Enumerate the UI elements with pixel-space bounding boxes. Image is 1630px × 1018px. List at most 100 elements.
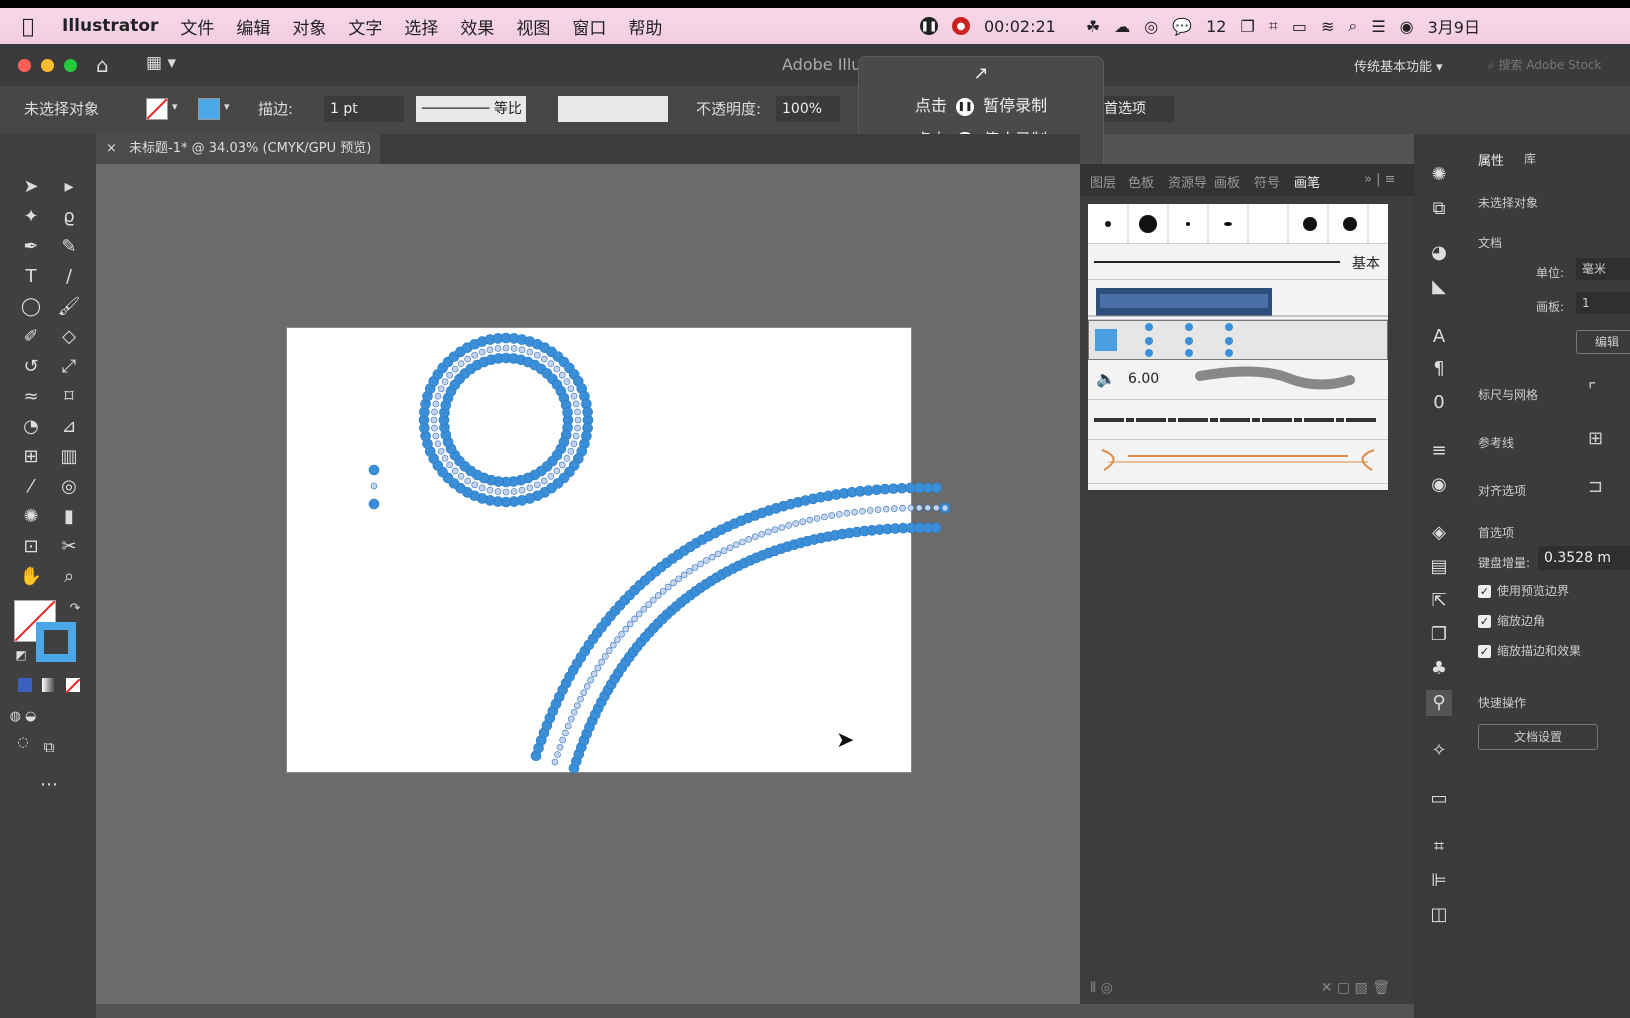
brush-row-basic[interactable]: 基本 bbox=[1088, 244, 1388, 280]
ring-link bbox=[502, 488, 510, 496]
magic-icon[interactable]: ✧ bbox=[1426, 738, 1452, 764]
curve-link bbox=[941, 504, 949, 512]
brush-row-arrow[interactable] bbox=[1088, 440, 1388, 484]
align-icon[interactable]: ⌗ bbox=[1426, 834, 1452, 860]
ring-link bbox=[563, 455, 571, 462]
ring-link bbox=[430, 416, 438, 424]
ring-link bbox=[572, 432, 580, 440]
pathfinder-icon[interactable]: ◫ bbox=[1426, 902, 1452, 928]
layers-icon[interactable]: ◈ bbox=[1426, 520, 1452, 546]
preview-bounds-option[interactable]: ✓ 使用预览边界 bbox=[1478, 582, 1569, 599]
siri-icon[interactable]: ◉ bbox=[1400, 17, 1414, 36]
transform-icon[interactable]: ⧉ bbox=[1426, 196, 1452, 222]
wechat-count: 12 bbox=[1206, 16, 1227, 36]
artboards-icon[interactable]: ❐ bbox=[1426, 622, 1452, 648]
color-guide-icon[interactable]: ✺ bbox=[1426, 162, 1452, 188]
curve-link bbox=[859, 507, 866, 515]
calligraphic-brushes-icon[interactable] bbox=[1088, 204, 1388, 244]
ring-link bbox=[432, 400, 440, 408]
curve-link bbox=[866, 507, 874, 514]
character-icon[interactable]: A bbox=[1426, 324, 1452, 350]
pattern-brush-icon bbox=[1088, 288, 1388, 317]
checkbox-checked-icon[interactable]: ✓ bbox=[1478, 585, 1491, 598]
sync-icon[interactable]: ◎ bbox=[1144, 17, 1158, 36]
tab-symbols[interactable]: 符号 bbox=[1254, 172, 1280, 191]
battery-icon[interactable]: ▭ bbox=[1292, 17, 1307, 36]
curve-link bbox=[843, 509, 851, 517]
curve-link bbox=[670, 579, 677, 587]
brush-library-icon[interactable]: ⦀ ◎ bbox=[1090, 980, 1113, 996]
tab-brushes[interactable]: 画笔 bbox=[1294, 172, 1320, 191]
curve-link bbox=[631, 615, 638, 623]
unit-select[interactable]: 毫米 bbox=[1576, 258, 1630, 280]
document-setup-button[interactable]: 文档设置 bbox=[1478, 724, 1598, 750]
app-icon[interactable]: ☁ bbox=[1114, 17, 1130, 36]
scale-corners-option[interactable]: ✓ 缩放边角 bbox=[1478, 612, 1545, 629]
stock-search-input[interactable]: ⌕ 搜索 Adobe Stock bbox=[1488, 56, 1601, 73]
distribute-icon[interactable]: ⊫ bbox=[1426, 868, 1452, 894]
curve-link bbox=[703, 557, 710, 564]
curve-link bbox=[574, 702, 581, 709]
checkbox-checked-icon[interactable]: ✓ bbox=[1478, 645, 1491, 658]
artwork-layer[interactable] bbox=[0, 0, 1080, 1018]
ring-link bbox=[567, 385, 575, 393]
opentype-icon[interactable]: 0 bbox=[1426, 390, 1452, 416]
panel-menu-icon[interactable]: » | ≡ bbox=[1364, 172, 1396, 187]
arrow-brush-icon bbox=[1101, 449, 1375, 471]
paragraph-icon[interactable]: ¶ bbox=[1426, 356, 1452, 382]
ring-link bbox=[553, 467, 561, 475]
keyboard-increment-input[interactable]: 0.3528 m bbox=[1538, 546, 1630, 570]
guides-icon[interactable]: ⊞ bbox=[1588, 428, 1603, 449]
search-icon[interactable]: ⌕ bbox=[1348, 16, 1357, 36]
libraries-icon[interactable]: ▤ bbox=[1426, 554, 1452, 580]
tab-libraries[interactable]: 库 bbox=[1524, 150, 1536, 167]
brush-row-pattern[interactable] bbox=[1088, 280, 1388, 320]
artboard-input[interactable]: 1 bbox=[1576, 292, 1630, 314]
control-center-icon[interactable]: ☰ bbox=[1371, 17, 1385, 36]
curve-link bbox=[924, 504, 932, 512]
mouse-cursor-icon: ➤ bbox=[836, 728, 855, 753]
preferences-button[interactable]: 首选项 bbox=[1098, 96, 1174, 122]
symbols-icon[interactable]: ♣ bbox=[1426, 656, 1452, 682]
ring-link bbox=[434, 440, 442, 448]
brush-row-charcoal[interactable] bbox=[1088, 400, 1388, 440]
export-icon[interactable]: ⇱ bbox=[1426, 588, 1452, 614]
brushes-icon[interactable]: ⚲ bbox=[1426, 690, 1452, 716]
brush-row-bristle[interactable]: 🔈 6.00 bbox=[1088, 360, 1388, 400]
creative-cloud-icon[interactable]: ☘ bbox=[1086, 17, 1100, 36]
tab-assets[interactable]: 资源导 bbox=[1168, 172, 1207, 191]
brush-row-calligraphic[interactable] bbox=[1088, 204, 1388, 244]
align-options-icon[interactable]: ⊐ bbox=[1588, 476, 1603, 497]
graphic-styles-icon[interactable]: ◣ bbox=[1426, 274, 1452, 300]
wechat-icon[interactable]: 💬 bbox=[1172, 17, 1192, 36]
stroke-panel-icon[interactable]: ≡ bbox=[1426, 438, 1452, 464]
checkbox-checked-icon[interactable]: ✓ bbox=[1478, 615, 1491, 628]
curve-link bbox=[745, 536, 753, 543]
curve-link bbox=[813, 515, 821, 522]
wifi-icon[interactable]: ≋ bbox=[1321, 17, 1334, 36]
edit-artboard-button[interactable]: 编辑 bbox=[1576, 330, 1630, 354]
appearance-icon[interactable]: ◕ bbox=[1426, 240, 1452, 266]
transparency-icon[interactable]: ◉ bbox=[1426, 472, 1452, 498]
tab-layers[interactable]: 图层 bbox=[1090, 172, 1116, 191]
ring-link bbox=[558, 371, 566, 379]
tab-properties[interactable]: 属性 bbox=[1478, 150, 1504, 169]
scale-strokes-option[interactable]: ✓ 缩放描边和效果 bbox=[1478, 642, 1581, 659]
brush-actions-icon[interactable]: ✕ ▢ ▨ 🗑 bbox=[1321, 980, 1390, 996]
window-icon[interactable]: ❐ bbox=[1240, 17, 1254, 36]
ring-link bbox=[451, 467, 459, 475]
curve-link bbox=[583, 683, 591, 690]
tab-artboards[interactable]: 画板 bbox=[1214, 172, 1240, 191]
curve-link bbox=[618, 631, 625, 638]
input-icon[interactable]: ⌗ bbox=[1269, 16, 1278, 36]
gradient-panel-icon[interactable]: ▭ bbox=[1426, 786, 1452, 812]
curve-link bbox=[650, 596, 657, 604]
brush-row-dots[interactable] bbox=[1088, 320, 1388, 360]
curve-link bbox=[799, 518, 806, 526]
ring-link bbox=[526, 484, 534, 492]
ruler-icon[interactable]: ⌜ bbox=[1588, 380, 1596, 401]
ring-link bbox=[451, 365, 459, 373]
panel-tabs: 图层 色板 资源导 画板 符号 画笔 » | ≡ bbox=[1080, 164, 1414, 196]
workspace-switcher[interactable]: 传统基本功能 ▾ bbox=[1354, 56, 1443, 75]
tab-swatches[interactable]: 色板 bbox=[1128, 172, 1154, 191]
